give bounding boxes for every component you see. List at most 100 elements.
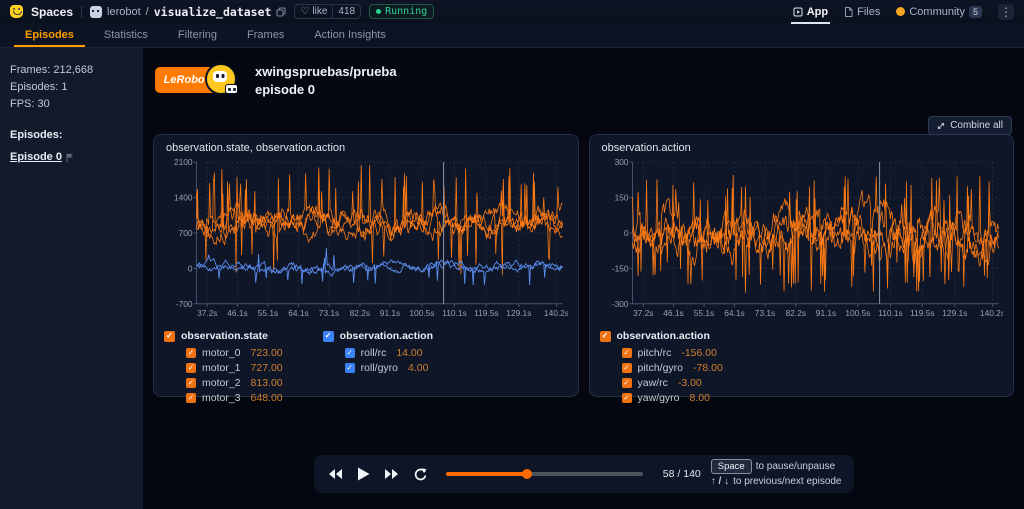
svg-text:700: 700 [179, 228, 193, 238]
group-checkbox[interactable]: ✓ [164, 330, 175, 342]
running-status-badge[interactable]: Running [369, 4, 435, 19]
spaces-brand-link[interactable]: Spaces [31, 5, 73, 19]
play-button[interactable] [355, 465, 372, 483]
series-checkbox[interactable]: ✓ [621, 347, 632, 358]
tab-episodes[interactable]: Episodes [10, 23, 89, 47]
legend-item: ✓ yaw/rc -3.00 [621, 376, 702, 389]
play-icon [357, 467, 369, 481]
svg-text:37.2s: 37.2s [197, 308, 217, 318]
legend-item: ✓ pitch/rc -156.00 [621, 346, 717, 359]
lerobot-robot-face-icon [213, 71, 227, 82]
like-count[interactable]: 418 [332, 5, 360, 18]
legend-item: ✓ roll/gyro 4.00 [344, 361, 429, 374]
series-checkbox[interactable]: ✓ [344, 347, 355, 358]
svg-text:100.5s: 100.5s [845, 308, 870, 318]
series-value: -3.00 [677, 376, 702, 389]
svg-text:46.1s: 46.1s [663, 308, 683, 318]
series-checkbox[interactable]: ✓ [186, 347, 196, 358]
episode-subtitle: episode 0 [255, 82, 315, 97]
chart-title: observation.action [601, 142, 691, 154]
nav-community[interactable]: Community 5 [896, 2, 982, 22]
org-link[interactable]: lerobot [107, 6, 141, 18]
tab-statistics[interactable]: Statistics [89, 23, 163, 47]
header-divider [81, 5, 83, 18]
like-label: like [312, 6, 328, 17]
tab-action-insights[interactable]: Action Insights [299, 23, 401, 47]
loop-button[interactable] [411, 465, 430, 484]
svg-text:129.1s: 129.1s [506, 308, 531, 318]
legend-item: ✓ yaw/gyro 8.00 [621, 391, 710, 404]
svg-text:91.1s: 91.1s [815, 308, 835, 318]
app-icon [793, 7, 803, 16]
series-checkbox[interactable]: ✓ [344, 362, 355, 373]
series-value: 4.00 [408, 361, 429, 374]
series-checkbox[interactable]: ✓ [621, 362, 632, 373]
legend-item: ✓ pitch/gyro -78.00 [621, 361, 723, 374]
main-area: LeRobot xwingspruebas/prueba episode 0 C… [143, 48, 1024, 509]
huggingface-logo-icon [10, 5, 23, 18]
svg-text:73.1s: 73.1s [754, 308, 774, 318]
series-value: 8.00 [689, 391, 710, 404]
series-checkbox[interactable]: ✓ [186, 392, 196, 403]
charts-row: observation.state, observation.action 21… [153, 134, 1014, 404]
progress-slider[interactable] [445, 469, 643, 479]
fast-forward-button[interactable] [382, 466, 401, 482]
series-value: 727.00 [250, 361, 283, 374]
tab-bar: Episodes Statistics Filtering Frames Act… [0, 23, 1024, 48]
chart-legend: ✓ observation.state ✓ motor_0 723.00 ✓ m… [164, 330, 568, 405]
svg-text:129.1s: 129.1s [942, 308, 967, 318]
copy-icon[interactable] [276, 7, 286, 17]
episode-nav-hint: to previous/next episode [733, 476, 842, 487]
keyboard-hints: Space to pause/unpause ↑ / ↓ to previous… [710, 459, 842, 489]
tab-frames[interactable]: Frames [232, 23, 299, 47]
svg-text:-700: -700 [176, 299, 193, 309]
series-value: 14.00 [396, 346, 423, 359]
svg-text:110.1s: 110.1s [878, 308, 902, 318]
svg-text:-150: -150 [611, 263, 628, 273]
legend-item: ✓ motor_1 727.00 [186, 361, 283, 374]
slider-thumb[interactable] [522, 469, 533, 479]
svg-text:0: 0 [623, 228, 628, 238]
series-value: 723.00 [250, 346, 283, 359]
fast-forward-icon [384, 469, 398, 479]
nav-app[interactable]: App [790, 2, 831, 24]
svg-text:37.2s: 37.2s [633, 308, 653, 318]
combine-all-button[interactable]: Combine all [928, 116, 1012, 135]
legend-group-observation-action: ✓ observation.action ✓ roll/rc 14.00 ✓ r… [322, 330, 433, 405]
sidebar-item-episode-0[interactable]: Episode 0 [10, 149, 133, 166]
dataset-title[interactable]: xwingspruebas/prueba [255, 63, 397, 81]
episodes-stat: Episodes: 1 [10, 81, 68, 93]
lerobot-avatar-icon [90, 5, 103, 18]
legend-group-observation-action: ✓ observation.action ✓ pitch/rc -156.00 [599, 330, 723, 405]
svg-text:64.1s: 64.1s [288, 308, 308, 318]
series-value: 813.00 [250, 376, 283, 389]
time-series-plot[interactable]: 2100 1400 700 0 -700 37.2s 46.1s 55.1s 64.1s 73.1… [164, 156, 568, 326]
like-widget[interactable]: ♡ like 418 [294, 4, 362, 19]
time-series-plot[interactable]: 300 150 0 -150 -300 37.2s 46.1s 55.1s 64.1s 73.1s… [600, 156, 1004, 326]
series-checkbox[interactable]: ✓ [621, 392, 632, 403]
series-checkbox[interactable]: ✓ [621, 377, 632, 388]
app-root: Spaces lerobot / visualize_dataset ♡ like 4… [0, 0, 1024, 509]
repo-link[interactable]: visualize_dataset [154, 5, 272, 19]
svg-text:82.2s: 82.2s [350, 308, 370, 318]
svg-text:91.1s: 91.1s [380, 308, 400, 318]
arrow-keys-hint: ↑ / ↓ [710, 476, 730, 487]
loop-restart-icon [414, 467, 427, 480]
svg-text:82.2s: 82.2s [785, 308, 805, 318]
svg-text:2100: 2100 [174, 157, 193, 167]
series-checkbox[interactable]: ✓ [186, 362, 196, 373]
svg-text:73.1s: 73.1s [319, 308, 339, 318]
group-checkbox[interactable]: ✓ [599, 330, 611, 342]
svg-text:1400: 1400 [174, 192, 193, 202]
tab-filtering[interactable]: Filtering [163, 23, 232, 47]
community-count-badge: 5 [968, 5, 982, 18]
rewind-button[interactable] [326, 466, 345, 482]
svg-text:100.5s: 100.5s [409, 308, 434, 318]
legend-item: ✓ motor_0 723.00 [186, 346, 283, 359]
nav-files[interactable]: Files [844, 2, 880, 22]
group-checkbox[interactable]: ✓ [322, 330, 334, 342]
files-icon [845, 6, 853, 17]
series-checkbox[interactable]: ✓ [186, 377, 196, 388]
overflow-menu-button[interactable]: ⋮ [998, 3, 1014, 20]
episodes-heading: Episodes: [10, 129, 63, 141]
